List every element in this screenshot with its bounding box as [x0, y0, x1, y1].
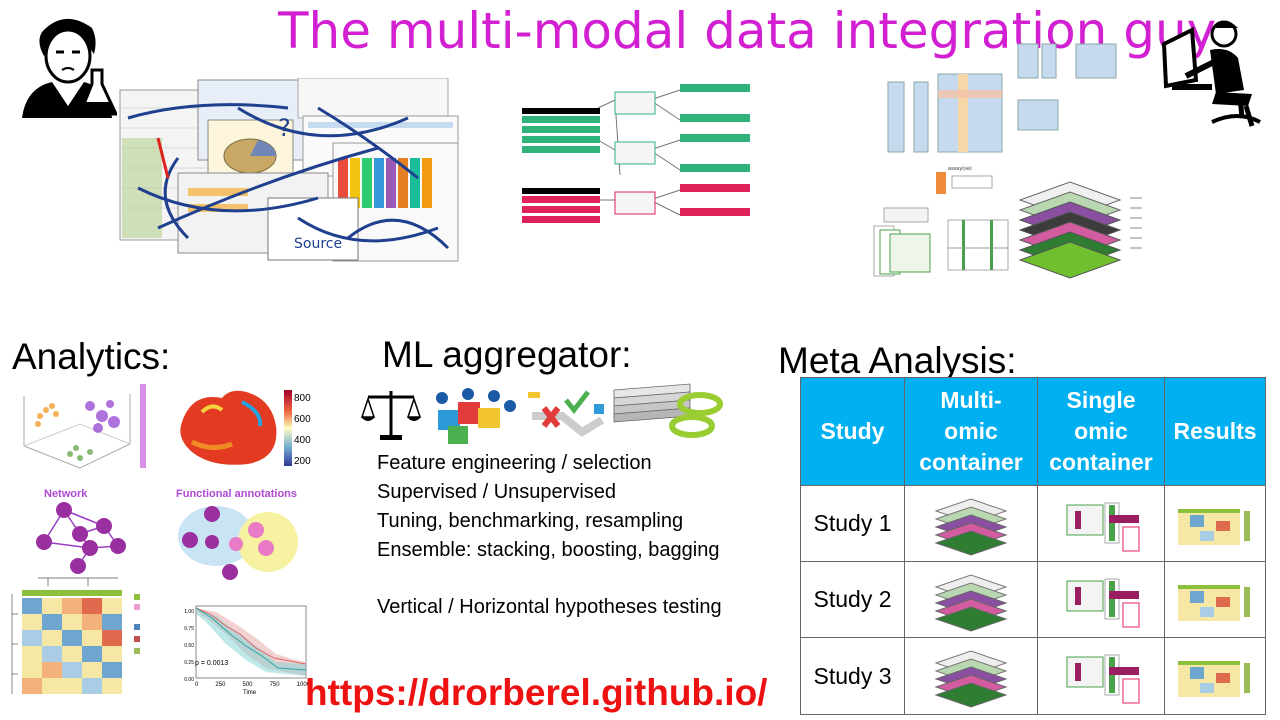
scissors-icon	[613, 383, 723, 438]
table-header: Multi- omic container	[904, 377, 1038, 486]
meta-heading: Meta Analysis:	[778, 340, 1017, 381]
functional-annotations-graph	[178, 506, 298, 580]
website-link[interactable]: https://drorberel.github.io/	[305, 672, 767, 714]
km-ytick: 0.50	[184, 643, 194, 649]
question-mark: ?	[278, 114, 291, 142]
table-header: Study	[800, 377, 905, 486]
omics-layers-stack	[1018, 181, 1122, 279]
table-row: Study 2	[800, 561, 1266, 638]
source-label: Source	[294, 236, 342, 252]
ml-item: Ensemble: stacking, boosting, bagging	[377, 539, 720, 561]
multi-omic-thumb	[904, 561, 1038, 638]
km-xtick: 0	[195, 682, 199, 688]
network-graph	[36, 502, 126, 574]
ml-item: Tuning, benchmarking, resampling	[377, 510, 684, 532]
km-xticks: 0 250 500 750 1000	[195, 682, 310, 688]
3d-scatter-plot	[23, 384, 146, 469]
km-ytick: 0.00	[184, 677, 194, 683]
ml-item: Vertical / Horizontal hypotheses testing	[377, 596, 722, 618]
computer-user-icon	[1161, 20, 1261, 127]
ml-item: Supervised / Unsupervised	[377, 481, 617, 503]
single-omic-thumb	[1037, 637, 1165, 715]
functional-annotations-label: Functional annotations	[176, 488, 297, 500]
km-pvalue: p = 0.0013	[195, 660, 229, 667]
km-xlabel: Time	[243, 690, 257, 696]
results-thumb	[1164, 637, 1266, 715]
checkmark-path-icon	[528, 390, 605, 437]
omics-legend-lines	[1130, 197, 1142, 249]
scientist-icon	[22, 18, 117, 118]
scales-icon	[360, 391, 422, 440]
results-thumb	[1164, 485, 1266, 562]
km-yticks: 1.00 0.75 0.50 0.25 0.00	[176, 604, 194, 689]
km-ytick: 0.25	[184, 660, 194, 666]
analytics-heading: Analytics:	[12, 336, 171, 377]
table-header: Results	[1164, 377, 1266, 486]
study-tree-diagram	[522, 84, 750, 223]
ml-item: Feature engineering / selection	[377, 452, 652, 474]
km-xtick: 500	[242, 682, 253, 688]
tsne-tick: 600	[294, 414, 311, 425]
teamwork-puzzle-icon	[436, 388, 516, 444]
km-xtick: 750	[269, 682, 280, 688]
ml-aggregator-list: Feature engineering / selection Supervis…	[377, 449, 722, 622]
heatmap-plot	[11, 577, 140, 694]
ml-heading: ML aggregator:	[382, 334, 632, 375]
page-title: The multi-modal data integration guy	[278, 2, 1217, 60]
spreadsheet-collage: Source ?	[119, 78, 459, 262]
tsne-colorbar-ticks: 800 600 400 200	[294, 388, 311, 472]
table-row: Study 1	[800, 485, 1266, 562]
results-thumb	[1164, 561, 1266, 638]
table-header: Single omic container	[1037, 377, 1165, 486]
summarized-experiment-diagram: assay(se)	[887, 43, 1117, 172]
single-omic-thumb	[1037, 561, 1165, 638]
meta-analysis-table: Study Multi- omic container Single omic …	[800, 377, 1266, 715]
km-ytick: 1.00	[184, 609, 194, 615]
tsne-tick: 800	[294, 393, 311, 404]
study-label: Study 1	[800, 485, 905, 562]
km-ytick: 0.75	[184, 626, 194, 632]
tsne-tick: 200	[294, 456, 311, 467]
single-omic-thumb	[1037, 485, 1165, 562]
km-xtick: 250	[215, 682, 226, 688]
multiassay-diagram	[873, 172, 1009, 277]
tsne-plot	[180, 390, 292, 466]
study-label: Study 2	[800, 561, 905, 638]
multi-omic-thumb	[904, 485, 1038, 562]
table-row: Study 3	[800, 637, 1266, 715]
tsne-tick: 400	[294, 435, 311, 446]
multi-omic-thumb	[904, 637, 1038, 715]
study-label: Study 3	[800, 637, 905, 715]
